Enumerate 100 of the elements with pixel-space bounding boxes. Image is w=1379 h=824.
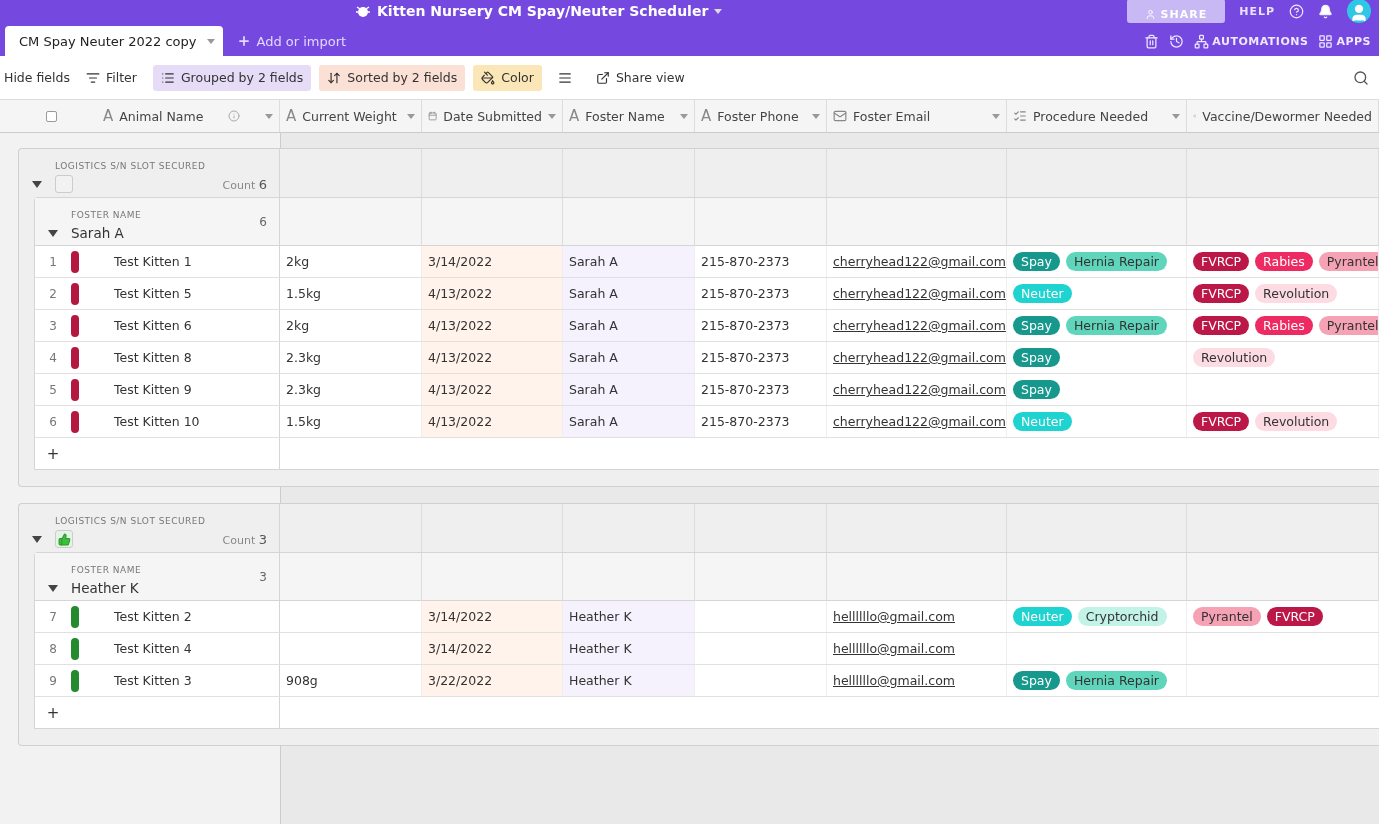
table-cell: Test Kitten 5	[114, 286, 192, 301]
share-button[interactable]: Share view	[587, 64, 693, 91]
table-cell: Heather K	[569, 609, 632, 624]
apps-button[interactable]: APPS	[1318, 33, 1371, 49]
table-cell: Test Kitten 3	[114, 673, 192, 688]
option-tag: Spay	[1013, 380, 1060, 399]
group-count: Count 6	[222, 176, 267, 192]
caret-icon[interactable]	[812, 113, 820, 119]
option-tag: Pyrantel	[1318, 252, 1378, 271]
caret-icon[interactable]	[680, 113, 688, 119]
caret-icon[interactable]	[1172, 113, 1180, 119]
email-link[interactable]: hellllllo@gmail.com	[833, 609, 955, 624]
option-tag: Spay	[1013, 348, 1060, 367]
collapse-caret-icon[interactable]	[48, 229, 58, 237]
caret-icon[interactable]	[206, 38, 215, 44]
email-link[interactable]: cherryhead122@gmail.com	[833, 286, 1006, 301]
caret-icon[interactable]	[548, 113, 556, 119]
group-field-label: LOGISTICS S/N SLOT SECURED	[55, 516, 207, 526]
caret-icon[interactable]	[265, 113, 273, 119]
row-number: 8	[48, 641, 58, 656]
table-cell: Sarah A	[569, 286, 618, 301]
avatar[interactable]	[1347, 0, 1371, 23]
table-cell: 215-870-2373	[701, 350, 790, 365]
email-link[interactable]: hellllllo@gmail.com	[833, 641, 955, 656]
text-type-icon: A	[103, 107, 114, 125]
bug-icon	[355, 3, 371, 19]
table-cell: Test Kitten 10	[114, 414, 200, 429]
table-cell: 4/13/2022	[428, 286, 493, 301]
group-name: Sarah A	[71, 225, 125, 241]
select-all-checkbox[interactable]	[46, 110, 57, 122]
option-tag: Hernia Repair	[1065, 671, 1167, 690]
option-tag: Rabies	[1255, 252, 1313, 271]
help-icon[interactable]	[1289, 3, 1304, 19]
table-cell: Heather K	[569, 641, 632, 656]
caret-icon[interactable]	[714, 8, 723, 14]
caret-icon[interactable]	[407, 113, 415, 119]
trash-icon[interactable]	[1144, 33, 1160, 49]
email-link[interactable]: hellllllo@gmail.com	[833, 673, 955, 688]
table-cell: 215-870-2373	[701, 318, 790, 333]
bell-icon[interactable]	[1318, 3, 1333, 19]
sort-icon	[327, 70, 342, 85]
email-link[interactable]: cherryhead122@gmail.com	[833, 318, 1006, 333]
row-number: 2	[48, 286, 58, 301]
email-link[interactable]: cherryhead122@gmail.com	[833, 382, 1006, 397]
column-header[interactable]: Foster Email	[827, 100, 1007, 132]
table-cell: 3/14/2022	[428, 254, 493, 269]
add-import-button[interactable]: Add or import	[230, 26, 353, 56]
table-cell: 2.3kg	[286, 350, 322, 365]
option-tag: Revolution	[1255, 412, 1338, 431]
email-link[interactable]: cherryhead122@gmail.com	[833, 350, 1006, 365]
row-number: 7	[48, 609, 58, 624]
sort-button[interactable]: Sorted by 2 fields	[319, 64, 466, 91]
table-cell: 1.5kg	[286, 286, 322, 301]
column-header[interactable]: Vaccine/Dewormer Needed	[1187, 100, 1379, 132]
history-icon[interactable]	[1169, 33, 1185, 49]
column-header[interactable]: A Animal Name	[0, 100, 280, 132]
table-tab[interactable]: CM Spay Neuter 2022 copy	[5, 26, 223, 56]
color-button[interactable]: Color	[473, 64, 542, 91]
table-cell: Test Kitten 6	[114, 318, 192, 333]
email-link[interactable]: cherryhead122@gmail.com	[833, 414, 1006, 429]
table-cell: Sarah A	[569, 382, 618, 397]
plain-button[interactable]: Hide fields	[4, 64, 70, 91]
option-tag: Spay	[1013, 316, 1060, 335]
caret-icon[interactable]	[992, 113, 1000, 119]
help-link[interactable]: HELP	[1239, 4, 1275, 18]
filter-button[interactable]: Filter	[77, 64, 145, 91]
automations-button[interactable]: AUTOMATIONS	[1194, 33, 1309, 49]
row-number: 6	[48, 414, 58, 429]
base-title[interactable]: Kitten Nursery CM Spay/Neuter Scheduler	[377, 3, 709, 19]
group-field-label: FOSTER NAME	[71, 210, 143, 220]
table-cell: 2.3kg	[286, 382, 322, 397]
option-tag: Revolution	[1193, 348, 1276, 367]
row-number: 1	[48, 254, 58, 269]
add-row-button[interactable]: +	[35, 703, 71, 722]
option-tag: Neuter	[1013, 284, 1072, 303]
option-tag: Spay	[1013, 671, 1060, 690]
collapse-caret-icon[interactable]	[32, 180, 42, 188]
add-row-button[interactable]: +	[35, 444, 71, 463]
option-tag: Revolution	[1255, 284, 1338, 303]
option-tag: Rabies	[1255, 316, 1313, 335]
row-number: 3	[48, 318, 58, 333]
column-header[interactable]: A Current Weight	[280, 100, 422, 132]
column-header[interactable]: A Foster Name	[563, 100, 695, 132]
column-header[interactable]: Procedure Needed	[1007, 100, 1187, 132]
email-link[interactable]: cherryhead122@gmail.com	[833, 254, 1006, 269]
table-cell: 3/22/2022	[428, 673, 493, 688]
group-button[interactable]: Grouped by 2 fields	[152, 64, 312, 91]
group-field-label: LOGISTICS S/N SLOT SECURED	[55, 161, 207, 171]
group-name: Heather K	[71, 580, 140, 596]
calendar-icon	[428, 109, 438, 123]
option-tag: FVRCP	[1193, 284, 1250, 303]
collapse-caret-icon[interactable]	[32, 535, 42, 543]
column-header[interactable]: A Foster Phone	[695, 100, 827, 132]
option-tag: Pyrantel	[1318, 316, 1378, 335]
column-header[interactable]: Date Submitted	[422, 100, 563, 132]
text-type-icon: A	[286, 107, 297, 125]
option-tag: Neuter	[1013, 607, 1072, 626]
external-link-icon	[595, 70, 610, 85]
search-icon[interactable]	[1353, 69, 1369, 86]
collapse-caret-icon[interactable]	[48, 584, 58, 592]
